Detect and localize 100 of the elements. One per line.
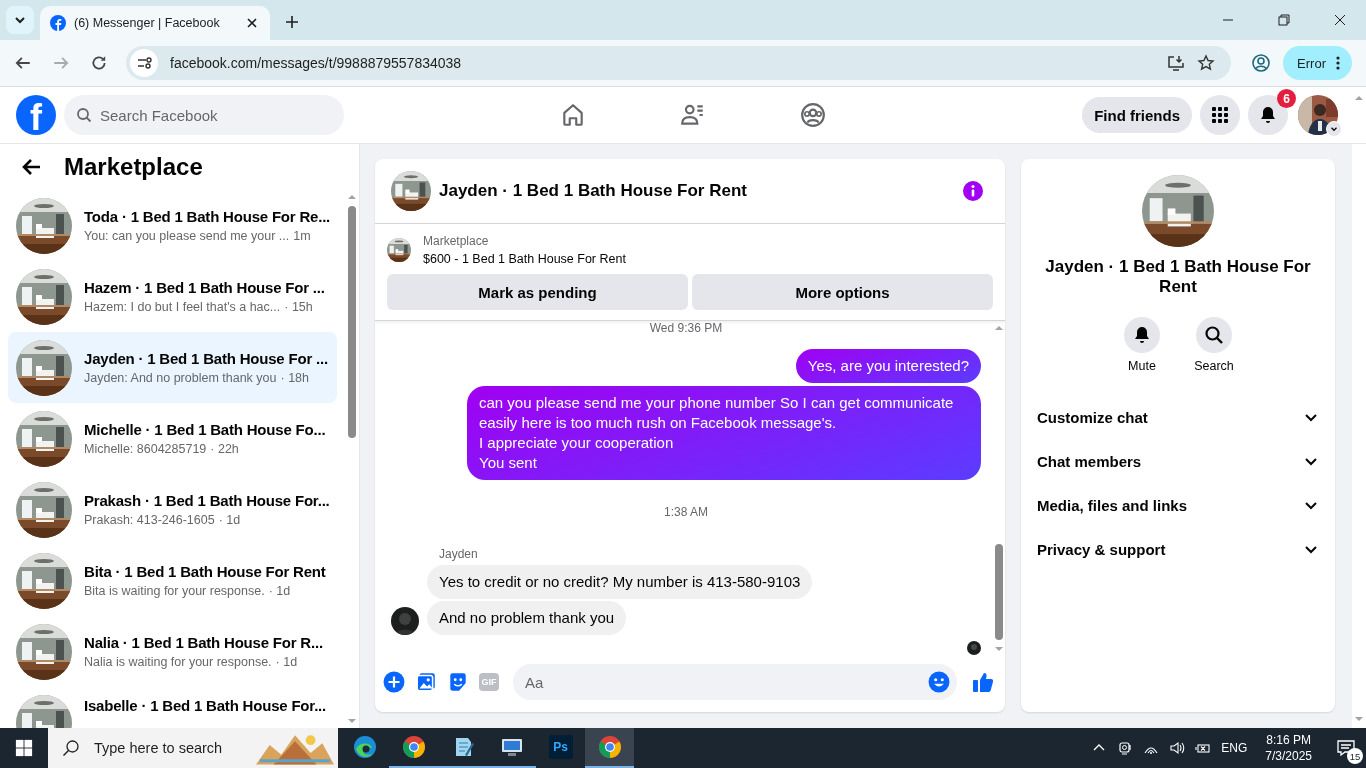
read-receipt-avatar bbox=[967, 641, 981, 655]
conversation-title: Prakash · 1 Bed 1 Bath House For... bbox=[84, 492, 329, 509]
received-message: Yes to credit or no credit? My number is 413-580-9103 bbox=[427, 565, 813, 599]
site-settings-icon[interactable] bbox=[130, 49, 158, 77]
scroll-thumb[interactable] bbox=[348, 206, 356, 438]
scroll-thumb[interactable] bbox=[995, 544, 1003, 640]
restore-icon[interactable] bbox=[1276, 12, 1292, 28]
groups-icon[interactable] bbox=[800, 102, 826, 128]
message-time: · 1d bbox=[268, 584, 291, 598]
facebook-icon bbox=[50, 15, 66, 31]
address-bar[interactable]: facebook.com/messages/t/9988879557834038 bbox=[126, 46, 1232, 80]
notification-count: 15 bbox=[1347, 748, 1363, 764]
notification-count: 6 bbox=[1277, 89, 1296, 108]
conversation-title: Bita · 1 Bed 1 Bath House For Rent bbox=[84, 563, 326, 580]
emoji-icon[interactable] bbox=[928, 671, 950, 693]
conversation-title: Hazem · 1 Bed 1 Bath House For ... bbox=[84, 279, 325, 296]
search-icon bbox=[1204, 325, 1224, 345]
message-time: · 18h bbox=[280, 371, 309, 385]
webcam-icon[interactable] bbox=[1117, 740, 1134, 756]
search-icon bbox=[76, 107, 92, 123]
bookmark-star-icon[interactable] bbox=[1197, 54, 1216, 72]
profile-error-button[interactable]: Error bbox=[1283, 46, 1352, 80]
chrome-icon bbox=[401, 735, 426, 759]
message-time: · 1d bbox=[218, 513, 241, 527]
profile-icon[interactable] bbox=[1251, 53, 1272, 73]
conversation-title: Michelle · 1 Bed 1 Bath House Fo... bbox=[84, 421, 326, 438]
search-field[interactable]: Search Facebook bbox=[64, 95, 344, 135]
conversation-item[interactable]: Nalia · 1 Bed 1 Bath House For R... Nalia is waiting for your response. · 1d bbox=[8, 616, 337, 687]
conversation-item[interactable]: Toda · 1 Bed 1 Bath House For Re... You: can you please send me your ... 1m bbox=[8, 190, 337, 261]
conversation-title: Jayden · 1 Bed 1 Bath House For ... bbox=[84, 350, 328, 367]
input-language[interactable]: ENG bbox=[1221, 741, 1248, 755]
account-menu-button[interactable] bbox=[1326, 121, 1342, 137]
chrome-icon bbox=[597, 735, 622, 759]
section-header[interactable]: Chat members bbox=[1029, 439, 1327, 483]
message-time: 1m bbox=[293, 229, 311, 243]
facebook-logo[interactable]: f bbox=[16, 95, 56, 135]
action-button[interactable] bbox=[1124, 317, 1160, 353]
section-header[interactable]: Media, files and links bbox=[1029, 483, 1327, 527]
taskbar-app[interactable] bbox=[585, 728, 634, 768]
friends-icon[interactable] bbox=[680, 102, 706, 128]
new-tab-icon[interactable] bbox=[284, 14, 300, 30]
info-icon[interactable] bbox=[961, 179, 985, 203]
listing-action-button[interactable]: More options bbox=[692, 274, 993, 310]
conversation-item[interactable]: Prakash · 1 Bed 1 Bath House For... Prakash: 413-246-1605 · 1d bbox=[8, 474, 337, 545]
listing-action-button[interactable]: Mark as pending bbox=[387, 274, 688, 310]
message-field[interactable]: Aa bbox=[513, 664, 957, 700]
message-time: · 22h bbox=[210, 442, 239, 456]
edge-icon bbox=[352, 735, 377, 759]
sidebar-title: Marketplace bbox=[64, 153, 203, 181]
message-preview: You: can you please send me your ... bbox=[84, 229, 290, 243]
plus-icon[interactable] bbox=[383, 671, 405, 693]
message-preview: Nalia is waiting for your response. bbox=[84, 655, 272, 669]
action-button[interactable] bbox=[1196, 317, 1232, 353]
tab-title: (6) Messenger | Facebook bbox=[74, 16, 221, 30]
menu-button[interactable] bbox=[1200, 95, 1240, 135]
sent-message: Yes, are you interested? bbox=[795, 349, 981, 383]
message-time: · 15h bbox=[284, 300, 313, 314]
message-preview: Prakash: 413-246-1605 bbox=[84, 513, 215, 527]
speaker-icon[interactable] bbox=[1169, 740, 1186, 756]
more-icon bbox=[1336, 55, 1340, 71]
conversation-title: Toda · 1 Bed 1 Bath House For Re... bbox=[84, 208, 329, 225]
message-time: · 1d bbox=[275, 655, 298, 669]
install-app-icon[interactable] bbox=[1167, 54, 1186, 72]
message-preview: Bita is waiting for your response. bbox=[84, 584, 265, 598]
conversation-item[interactable]: Hazem · 1 Bed 1 Bath House For ... Hazem: I do but I feel that's a hac... · 15h bbox=[8, 261, 337, 332]
message-preview: Jayden: And no problem thank you bbox=[84, 371, 277, 385]
windows-start-icon[interactable] bbox=[15, 739, 33, 757]
conversation-item[interactable]: Michelle · 1 Bed 1 Bath House Fo... Michelle: 8604285719 · 22h bbox=[8, 403, 337, 474]
clock[interactable]: 8:16 PM 7/3/2025 bbox=[1265, 732, 1312, 764]
sticker-icon[interactable] bbox=[447, 671, 469, 693]
home-icon[interactable] bbox=[560, 102, 586, 128]
action-label: Mute bbox=[1128, 359, 1156, 373]
url-text: facebook.com/messages/t/9988879557834038 bbox=[170, 55, 462, 71]
photo-icon[interactable] bbox=[415, 671, 437, 693]
timestamp: Wed 9:36 PM bbox=[649, 321, 723, 335]
sent-message: can you please send me your phone number So I can get communicate easily here is too much rush on Facebook message's. I appreciate your cooperation You sent bbox=[467, 386, 981, 480]
thumbs-up-icon[interactable] bbox=[971, 670, 995, 694]
bell-icon bbox=[1132, 325, 1152, 345]
tab-search-button[interactable] bbox=[6, 6, 34, 34]
received-message: And no problem thank you bbox=[427, 601, 627, 635]
find-friends-button[interactable]: Find friends bbox=[1082, 97, 1192, 133]
reload-icon[interactable] bbox=[90, 54, 108, 72]
timestamp: 1:38 AM bbox=[664, 505, 708, 519]
listing-source: Marketplace bbox=[423, 234, 490, 248]
notifications-button[interactable] bbox=[1248, 95, 1288, 135]
conversation-item[interactable]: Bita · 1 Bed 1 Bath House For Rent Bita is waiting for your response. · 1d bbox=[8, 545, 337, 616]
taskbar-app[interactable]: Ps bbox=[536, 728, 585, 768]
browser-tab[interactable]: (6) Messenger | Facebook bbox=[40, 6, 270, 40]
contact-name: Jayden · 1 Bed 1 Bath House For Rent bbox=[1044, 257, 1312, 297]
search-icon bbox=[62, 739, 80, 757]
grid-icon bbox=[1210, 105, 1230, 125]
chat-title: Jayden · 1 Bed 1 Bath House For Rent bbox=[439, 181, 747, 201]
section-header[interactable]: Customize chat bbox=[1029, 395, 1327, 439]
photoshop-icon: Ps bbox=[548, 735, 573, 759]
message-preview: Michelle: 8604285719 bbox=[84, 442, 207, 456]
section-header[interactable]: Privacy & support bbox=[1029, 527, 1327, 571]
conversation-item[interactable]: Jayden · 1 Bed 1 Bath House For ... Jayden: And no problem thank you · 18h bbox=[8, 332, 337, 403]
close-icon[interactable] bbox=[1332, 12, 1348, 28]
action-label: Search bbox=[1194, 359, 1234, 373]
sender-name: Jayden bbox=[439, 547, 479, 561]
